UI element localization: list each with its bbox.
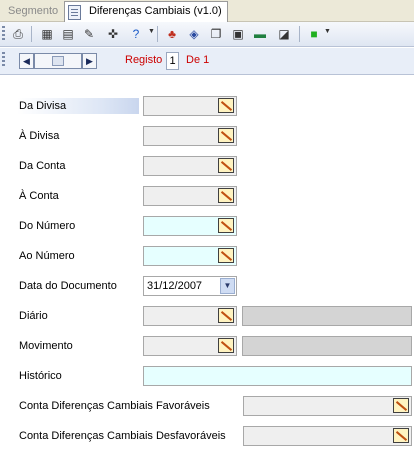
label-da-conta: Da Conta — [19, 160, 66, 172]
help-icon[interactable]: ? — [127, 25, 145, 43]
document-icon — [68, 5, 81, 20]
input-conta-favoraveis[interactable] — [243, 396, 412, 416]
status-icon[interactable]: ■ — [305, 25, 323, 43]
status-dropdown-icon[interactable]: ▼ — [324, 28, 331, 35]
label-data-documento: Data do Documento — [19, 280, 117, 292]
label-ao-numero: Ao Número — [19, 250, 75, 262]
printer-icon[interactable]: ⎙ — [9, 25, 27, 43]
toolbar-grip[interactable] — [2, 26, 5, 42]
label-conta-desfavoraveis: Conta Diferenças Cambiais Desfavoráveis — [19, 430, 226, 442]
film-icon[interactable]: ▣ — [229, 25, 247, 43]
label-historico: Histórico — [19, 370, 62, 382]
record-navigator: ◀ ▶ Registo 1 De 1 — [0, 48, 414, 75]
toolbar: ⎙ ▦ ▤ ✎ ✜ ? ▼ ♣ ◈ ❐ ▣ ▬ ◪ ■ ▼ — [0, 22, 414, 47]
copy-icon[interactable]: ❐ — [207, 25, 225, 43]
tools-icon[interactable]: ✜ — [104, 25, 122, 43]
input-conta-desfavoraveis[interactable] — [243, 426, 412, 446]
navbar-grip[interactable] — [2, 52, 5, 68]
input-diario[interactable] — [143, 306, 237, 326]
page-count: De 1 — [186, 54, 210, 66]
date-value: 31/12/2007 — [147, 280, 203, 292]
toolbar-separator — [157, 26, 158, 42]
tab-bar: Segmento Diferenças Cambiais (v1.0) — [0, 0, 414, 22]
users-icon[interactable]: ♣ — [163, 25, 181, 43]
date-picker-data-documento[interactable]: 31/12/2007 ▼ — [143, 276, 237, 296]
chevron-down-icon[interactable]: ▼ — [220, 278, 235, 294]
input-ao-numero[interactable] — [143, 246, 237, 266]
pencil-icon[interactable] — [218, 128, 234, 143]
label-conta-favoraveis: Conta Diferenças Cambiais Favoráveis — [19, 400, 210, 412]
attachment-icon[interactable]: ◪ — [275, 25, 293, 43]
label-a-divisa: À Divisa — [19, 130, 60, 142]
label-do-numero: Do Número — [19, 220, 76, 232]
label-da-divisa: Da Divisa — [17, 98, 139, 114]
pencil-icon[interactable] — [218, 98, 234, 113]
tab-diferencas-cambiais[interactable]: Diferenças Cambiais (v1.0) — [64, 1, 228, 22]
record-slider[interactable] — [34, 53, 82, 69]
pencil-icon[interactable] — [218, 248, 234, 263]
movimento-description — [242, 336, 412, 356]
label-diario: Diário — [19, 310, 48, 322]
calendar-icon[interactable]: ▦ — [38, 25, 56, 43]
tab-segmento[interactable]: Segmento — [0, 2, 60, 20]
edit-note-icon[interactable]: ✎ — [80, 25, 98, 43]
input-a-divisa[interactable] — [143, 126, 237, 146]
input-historico[interactable] — [143, 366, 412, 386]
label-a-conta: À Conta — [19, 190, 59, 202]
next-record-icon[interactable]: ▶ — [82, 53, 97, 69]
input-a-conta[interactable] — [143, 186, 237, 206]
prev-record-icon[interactable]: ◀ — [19, 53, 34, 69]
diario-description — [242, 306, 412, 326]
toolbar-separator — [31, 26, 32, 42]
label-movimento: Movimento — [19, 340, 73, 352]
toolbar-separator — [299, 26, 300, 42]
input-da-divisa[interactable] — [143, 96, 237, 116]
help-dropdown-icon[interactable]: ▼ — [148, 28, 155, 35]
input-da-conta[interactable] — [143, 156, 237, 176]
spreadsheet-icon[interactable]: ▤ — [59, 25, 77, 43]
pencil-icon[interactable] — [218, 158, 234, 173]
input-movimento[interactable] — [143, 336, 237, 356]
money-icon[interactable]: ▬ — [251, 25, 269, 43]
pencil-icon[interactable] — [218, 308, 234, 323]
pencil-icon[interactable] — [218, 188, 234, 203]
page-number[interactable]: 1 — [166, 52, 179, 70]
pencil-icon[interactable] — [218, 338, 234, 353]
record-label: Registo — [125, 54, 163, 66]
export-icon[interactable]: ◈ — [185, 25, 203, 43]
input-do-numero[interactable] — [143, 216, 237, 236]
pencil-icon[interactable] — [393, 428, 409, 443]
tab-label: Diferenças Cambiais (v1.0) — [89, 5, 222, 17]
slider-thumb[interactable] — [52, 56, 64, 66]
pencil-icon[interactable] — [218, 218, 234, 233]
pencil-icon[interactable] — [393, 398, 409, 413]
